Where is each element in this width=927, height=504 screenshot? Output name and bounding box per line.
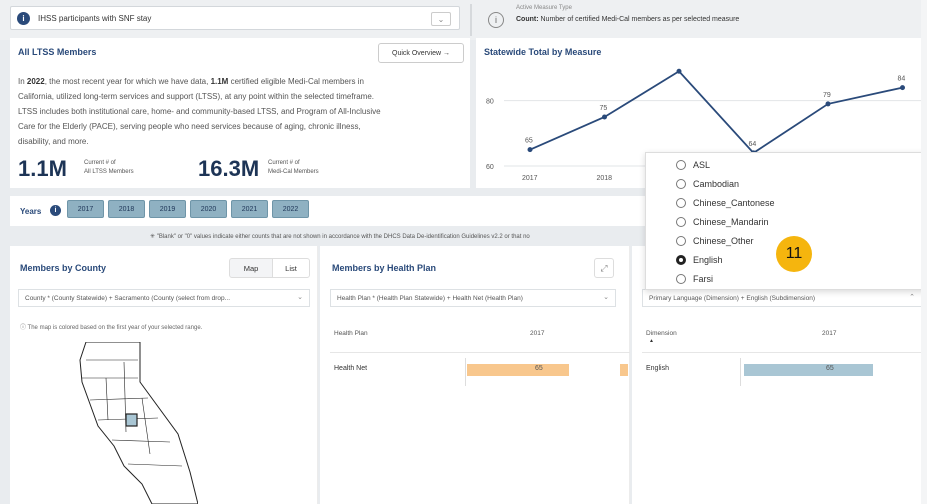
language-option-chinese_other[interactable]: Chinese_Other <box>676 236 754 246</box>
info-icon[interactable]: i <box>50 205 61 216</box>
data-point[interactable] <box>602 114 607 120</box>
radio-icon[interactable] <box>676 160 686 170</box>
plan-bar-value: 65 <box>535 365 543 372</box>
col-header-year: 2017 <box>530 330 545 337</box>
county-dropdown-value: County * (County Statewide) + Sacramento… <box>25 294 231 302</box>
radio-selected-icon[interactable] <box>676 255 686 265</box>
data-point[interactable] <box>527 147 533 153</box>
radio-icon[interactable] <box>676 274 686 284</box>
chevron-down-icon: ⌄ <box>603 294 609 301</box>
measure-select-value: IHSS participants with SNF stay <box>38 13 152 23</box>
language-option-chinese_mandarin[interactable]: Chinese_Mandarin <box>676 217 769 227</box>
active-measure-type-desc: Count: Number of certified Medi-Cal memb… <box>516 16 740 23</box>
chevron-up-icon: ⌃ <box>909 294 915 301</box>
panel-title: Members by County <box>20 263 107 273</box>
divider <box>642 352 927 353</box>
language-option-farsi[interactable]: Farsi <box>676 274 713 284</box>
language-option-label: Farsi <box>693 274 713 284</box>
radio-icon[interactable] <box>676 217 686 227</box>
col-header-dimension[interactable]: Dimension <box>646 330 677 337</box>
y-tick-label: 80 <box>486 99 494 106</box>
language-option-chinese_cantonese[interactable]: Chinese_Cantonese <box>676 198 775 208</box>
language-option-label: English <box>693 255 723 265</box>
divider <box>465 358 466 386</box>
radio-icon[interactable] <box>676 236 686 246</box>
series-line <box>529 70 903 155</box>
sacramento-county[interactable] <box>125 413 138 427</box>
data-label: 75 <box>600 105 608 112</box>
dimension-bar-value: 65 <box>826 365 834 372</box>
right-edge <box>921 0 927 504</box>
stat-ltss-caption: Current # of All LTSS Members <box>84 160 134 175</box>
step-badge: 11 <box>776 236 812 272</box>
dimension-dropdown-value: Primary Language (Dimension) + English (… <box>649 294 816 302</box>
years-label: Years <box>20 207 42 216</box>
year-button-2019[interactable]: 2019 <box>149 200 186 218</box>
language-option-label: Chinese_Cantonese <box>693 198 775 208</box>
year-button-2020[interactable]: 2020 <box>190 200 227 218</box>
language-option-cambodian[interactable]: Cambodian <box>676 179 739 189</box>
data-label: 79 <box>823 92 831 99</box>
col-header-year: 2017 <box>822 330 837 337</box>
dimension-row-name: English <box>646 365 669 372</box>
map-note: ⓘ The map is colored based on the first … <box>20 325 203 331</box>
data-point[interactable] <box>676 68 682 74</box>
plan-row-name: Health Net <box>334 365 368 372</box>
list-toggle[interactable]: List <box>272 258 310 278</box>
all-ltss-card: All LTSS Members Quick Overview → In 202… <box>10 38 470 188</box>
chevron-down-icon[interactable]: ⌄ <box>431 12 451 26</box>
chevron-down-icon: ⌄ <box>297 294 303 301</box>
plan-bar-next <box>620 364 628 376</box>
sort-icon[interactable]: ▲ <box>649 338 654 344</box>
data-label: 65 <box>525 138 533 145</box>
info-icon[interactable]: i <box>17 11 30 25</box>
year-button-2021[interactable]: 2021 <box>231 200 268 218</box>
divider <box>470 4 472 36</box>
data-label: 84 <box>898 76 906 83</box>
year-button-2022[interactable]: 2022 <box>272 200 309 218</box>
expand-icon[interactable]: ⤢ <box>594 258 614 278</box>
card-title: All LTSS Members <box>18 47 97 57</box>
data-label: 64 <box>749 141 757 148</box>
health-plan-dropdown-value: Health Plan * (Health Plan Statewide) + … <box>337 294 523 302</box>
health-plan-dropdown[interactable]: Health Plan * (Health Plan Statewide) + … <box>330 289 616 307</box>
data-point[interactable] <box>900 85 905 91</box>
year-button-2018[interactable]: 2018 <box>108 200 145 218</box>
language-option-label: ASL <box>693 160 711 170</box>
panel-title: Members by Health Plan <box>332 263 437 273</box>
year-button-2017[interactable]: 2017 <box>67 200 104 218</box>
quick-overview-button[interactable]: Quick Overview → <box>378 43 464 63</box>
stat-medical-value: 16.3M <box>198 156 260 181</box>
stat-medical-caption: Current # of Medi-Cal Members <box>268 160 319 175</box>
language-option-label: Chinese_Other <box>693 236 754 246</box>
x-tick-label: 2018 <box>597 175 613 182</box>
active-measure-type-label: Active Measure Type <box>516 5 572 11</box>
deidentification-notice: ✳ "Blank" or "0" values indicate either … <box>150 234 530 240</box>
map-toggle[interactable]: Map <box>229 258 273 278</box>
stat-ltss-value: 1.1M <box>18 156 67 181</box>
language-option-english[interactable]: English <box>676 255 723 265</box>
measure-select[interactable]: i IHSS participants with SNF stay ⌄ <box>10 6 460 30</box>
language-option-label: Chinese_Mandarin <box>693 217 769 227</box>
language-option-label: Cambodian <box>693 179 740 189</box>
radio-icon[interactable] <box>676 179 686 189</box>
ltss-description: In 2022, the most recent year for which … <box>18 77 381 146</box>
language-option-asl[interactable]: ASL <box>676 160 710 170</box>
x-tick-label: 2017 <box>522 175 538 182</box>
divider <box>330 352 630 353</box>
col-header-plan: Health Plan <box>334 330 368 337</box>
divider <box>740 358 741 386</box>
dimension-dropdown[interactable]: Primary Language (Dimension) + English (… <box>642 289 922 307</box>
california-map[interactable] <box>78 342 198 504</box>
plan-bar <box>467 364 569 376</box>
county-dropdown[interactable]: County * (County Statewide) + Sacramento… <box>18 289 310 307</box>
dimension-bar <box>744 364 873 376</box>
info-icon[interactable]: i <box>488 12 504 28</box>
radio-icon[interactable] <box>676 198 686 208</box>
data-point[interactable] <box>825 101 831 107</box>
y-tick-label: 60 <box>486 164 494 171</box>
